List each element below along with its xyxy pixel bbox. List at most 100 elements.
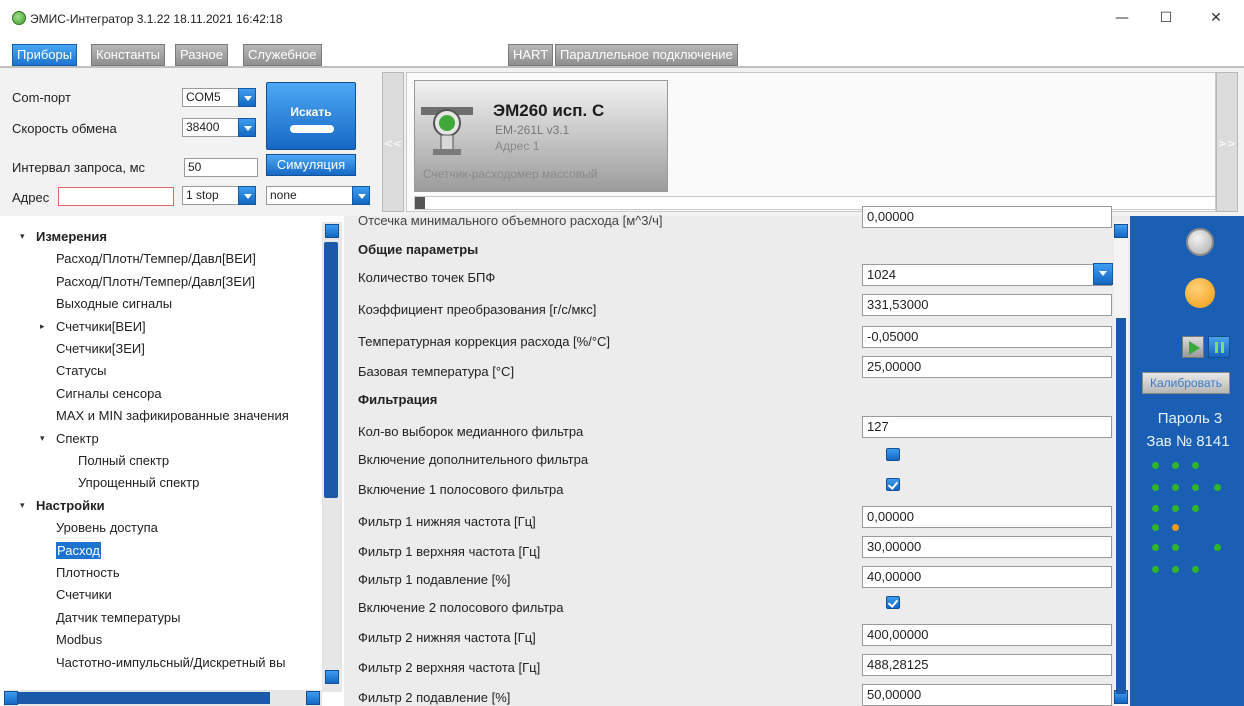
tree-item[interactable]: Расход/Плотн/Темпер/Давл[ВЕИ] [56, 251, 256, 266]
status-dot [1214, 484, 1221, 491]
com-port-select[interactable]: COM5 [182, 88, 256, 107]
tree-item-label: Плотность [56, 565, 120, 580]
app-icon [12, 11, 26, 25]
carousel-next-button[interactable]: >> [1216, 72, 1238, 212]
tree-item[interactable]: Счетчики[ВЕИ] [56, 319, 146, 334]
maximize-button[interactable]: ☐ [1154, 8, 1178, 28]
status-dot [1152, 524, 1159, 531]
search-button[interactable]: Искать [266, 82, 356, 150]
tree-item[interactable]: Спектр [56, 431, 99, 446]
interval-input[interactable]: 50 [184, 158, 258, 177]
status-dot [1192, 484, 1199, 491]
tab-parallel-connection[interactable]: Параллельное подключение [555, 44, 738, 66]
median-samples-input[interactable]: 127 [862, 416, 1112, 438]
scroll-up-icon[interactable] [1114, 224, 1128, 238]
extra-filter-checkbox[interactable] [886, 448, 900, 461]
close-button[interactable]: ✕ [1204, 8, 1228, 28]
param-value[interactable]: 0,00000 [862, 206, 1112, 228]
f2-suppress-input[interactable]: 50,00000 [862, 684, 1112, 706]
section-filter-title: Фильтрация [358, 392, 438, 407]
pause-button[interactable] [1208, 336, 1230, 358]
f1-low-input[interactable]: 0,00000 [862, 506, 1112, 528]
stop-bits-select[interactable]: 1 stop [182, 186, 256, 205]
parity-select[interactable]: none [266, 186, 370, 205]
tab-devices[interactable]: Приборы [12, 44, 78, 66]
search-progress-icon [290, 125, 334, 133]
tree-item[interactable]: Счетчики [56, 587, 112, 602]
band1-enable-checkbox[interactable] [886, 478, 900, 491]
tree-item[interactable]: Сигналы сенсора [56, 386, 162, 401]
tab-hart[interactable]: HART [508, 44, 554, 66]
tree-item-label: Расход [56, 542, 101, 559]
tree-item-label: Расход/Плотн/Темпер/Давл[ВЕИ] [56, 251, 256, 266]
tree-item[interactable]: Упрощенный спектр [78, 475, 199, 490]
tree-vertical-scrollbar[interactable] [322, 222, 342, 692]
f1-suppress-input[interactable]: 40,00000 [862, 566, 1112, 588]
device-card[interactable]: ЭМ260 исп. С EM-261L v3.1 Адрес 1 Счетчи… [414, 80, 668, 192]
carousel-prev-button[interactable]: << [382, 72, 404, 212]
tree-item[interactable]: Полный спектр [78, 453, 169, 468]
tree-item[interactable]: Уровень доступа [56, 520, 158, 535]
scroll-left-icon[interactable] [4, 691, 18, 705]
tree-item[interactable]: Modbus [56, 632, 102, 647]
status-dot [1192, 566, 1199, 573]
scroll-right-icon[interactable] [306, 691, 320, 705]
status-dot [1172, 566, 1179, 573]
chevron-down-icon[interactable] [238, 186, 256, 205]
tree-hscroll-thumb[interactable] [18, 692, 270, 704]
tree-scroll-thumb[interactable] [324, 242, 338, 498]
band2-enable-checkbox[interactable] [886, 596, 900, 609]
base-temp-input[interactable]: 25,00000 [862, 356, 1112, 378]
tab-misc[interactable]: Разное [175, 44, 228, 66]
tree-expander-icon[interactable]: ▾ [20, 232, 25, 242]
tree-item-label: Измерения [36, 229, 107, 244]
carousel-scroll-thumb[interactable] [415, 197, 425, 209]
status-dot-active [1172, 524, 1179, 531]
simulation-button[interactable]: Симуляция [266, 154, 356, 176]
tree-group[interactable]: Измерения [36, 229, 107, 244]
chevron-down-icon[interactable] [1093, 263, 1113, 285]
tree-item[interactable]: Расход/Плотн/Темпер/Давл[ЗЕИ] [56, 274, 255, 289]
tree-item[interactable]: Выходные сигналы [56, 296, 172, 311]
tree-item[interactable]: Частотно-импульсный/Дискретный вы [56, 655, 285, 670]
param-label: Температурная коррекция расхода [%/°С] [358, 334, 611, 349]
tree-item[interactable]: Расход [56, 542, 101, 559]
tree-item[interactable]: Датчик температуры [56, 610, 180, 625]
fft-points-select[interactable]: 1024 [862, 263, 1113, 286]
tree-item-label: Счетчики[ВЕИ] [56, 319, 146, 334]
chevron-down-icon[interactable] [352, 186, 370, 205]
device-description: Счетчик-расходомер массовый [423, 167, 598, 181]
minimize-button[interactable]: — [1110, 8, 1134, 28]
f2-high-input[interactable]: 488,28125 [862, 654, 1112, 676]
temp-correction-input[interactable]: -0,05000 [862, 326, 1112, 348]
f1-high-input[interactable]: 30,00000 [862, 536, 1112, 558]
tree-item-label: Упрощенный спектр [78, 475, 200, 490]
baud-rate-select[interactable]: 38400 [182, 118, 256, 137]
tree-item[interactable]: Статусы [56, 363, 106, 378]
tree-item-label: Частотно-импульсный/Дискретный вы [56, 655, 286, 670]
tree-group[interactable]: Настройки [36, 498, 105, 513]
tree-expander-icon[interactable]: ▸ [40, 322, 45, 332]
tree-expander-icon[interactable]: ▾ [20, 501, 25, 511]
tree-item[interactable]: MAX и MIN зафикированные значения [56, 408, 289, 423]
conversion-coef-input[interactable]: 331,53000 [862, 294, 1112, 316]
scroll-down-icon[interactable] [325, 670, 339, 684]
f2-low-input[interactable]: 400,00000 [862, 624, 1112, 646]
calibrate-button[interactable]: Калибровать [1142, 372, 1230, 394]
tree-horizontal-scrollbar[interactable] [4, 690, 322, 706]
param-label: Отсечка минимального объемного расхода [… [358, 213, 663, 228]
status-dot [1152, 462, 1159, 469]
tab-service[interactable]: Служебное [243, 44, 322, 66]
play-button[interactable] [1182, 336, 1204, 358]
scroll-up-icon[interactable] [325, 224, 339, 238]
chevron-down-icon[interactable] [238, 118, 256, 137]
device-address: Адрес 1 [495, 139, 540, 153]
tree-item-label: Счетчики[ЗЕИ] [56, 341, 145, 356]
tree-item[interactable]: Плотность [56, 565, 120, 580]
tree-item[interactable]: Счетчики[ЗЕИ] [56, 341, 145, 356]
address-input[interactable] [58, 187, 174, 206]
tree-expander-icon[interactable]: ▾ [40, 434, 45, 444]
chevron-down-icon[interactable] [238, 88, 256, 107]
params-scroll-thumb[interactable] [1116, 318, 1126, 694]
tab-constants[interactable]: Константы [91, 44, 165, 66]
